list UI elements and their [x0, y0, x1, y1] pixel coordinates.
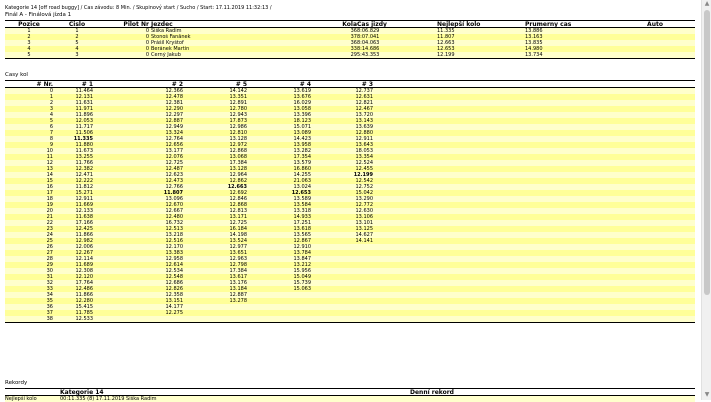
records-header-cell: Denní rekord [410, 389, 695, 396]
final-results-table: PoziceCisloPilot NrJezdecKolaCas jizdyNe… [5, 20, 695, 59]
final-header-row: PoziceCisloPilot NrJezdecKolaCas jizdyNe… [5, 21, 695, 28]
final-header-cell: Cislo [53, 21, 101, 28]
final-header-cell: Cas jizdy [357, 21, 437, 28]
final-result-cell: 13.734 [525, 52, 615, 59]
final-result-cell: 29 [319, 52, 357, 59]
records-section-title: Rekordy [5, 381, 27, 386]
records-cell [410, 396, 695, 402]
final-header-cell: Kola [319, 21, 357, 28]
final-result-cell: 12.199 [437, 52, 525, 59]
laps-header-cell: # 5 [183, 81, 247, 88]
records-cell [190, 396, 410, 402]
laps-header-cell: # 2 [93, 81, 183, 88]
lap-cell: 12.533 [53, 316, 93, 323]
lap-row: 3812.533 [5, 316, 695, 323]
lap-spacer-cell [373, 316, 695, 323]
final-header-cell: Auto [615, 21, 695, 28]
final-result-cell: 5 [5, 52, 53, 59]
final-result-cell [615, 52, 695, 59]
lap-cell: 38 [5, 316, 53, 323]
records-header-cell [5, 389, 60, 396]
report-page: Kategorie 14 [off road buggy] / Cas závo… [0, 0, 700, 400]
final-result-cell: Černý Jakub [149, 52, 319, 59]
records-cell: Nejlepší kolo [5, 396, 60, 402]
final-header-cell: Pilot Nr [101, 21, 149, 28]
final-header-cell: Nejlepší kolo [437, 21, 525, 28]
final-result-cell: 3 [53, 52, 101, 59]
laps-header-cell: # 1 [53, 81, 93, 88]
laps-section-title: Casy kol [5, 73, 28, 78]
final-header-cell: Jezdec [149, 21, 319, 28]
records-cell: 00:11.335 (8) 17.11.2019 Šiška Radim [60, 396, 190, 402]
final-header-cell: Pozice [5, 21, 53, 28]
scroll-down-arrow-icon[interactable]: ▼ [704, 392, 710, 398]
laps-header-cell: # Nr. [5, 81, 53, 88]
scroll-up-arrow-icon[interactable]: ▲ [704, 1, 710, 7]
records-header-row: Kategorie 14 Denní rekord [5, 389, 695, 396]
final-section-title: Finál A - Finálová jízda 1 [5, 13, 71, 18]
records-header-cell: Kategorie 14 [60, 389, 190, 396]
lap-cell [93, 316, 183, 323]
final-result-row: 530Černý Jakub295:43.35312.19913.734 [5, 52, 695, 59]
vertical-scrollbar[interactable]: ▲ ▼ [701, 0, 711, 400]
race-header: Kategorie 14 [off road buggy] / Cas závo… [5, 6, 272, 11]
lap-times-table: # Nr.# 1# 2# 5# 4# 3 011.46412.36614.142… [5, 80, 695, 323]
scrollbar-thumb[interactable] [704, 10, 710, 295]
laps-header-cell: # 3 [311, 81, 373, 88]
lap-cell [311, 316, 373, 323]
laps-header-cell: # 4 [247, 81, 311, 88]
final-header-cell: Prumerny cas [525, 21, 615, 28]
lap-cell [183, 316, 247, 323]
final-result-cell: 5:43.353 [357, 52, 437, 59]
laps-header-spacer [373, 81, 695, 88]
laps-header-row: # Nr.# 1# 2# 5# 4# 3 [5, 81, 695, 88]
records-header-cell [190, 389, 410, 396]
final-result-cell: 0 [101, 52, 149, 59]
records-row: Nejlepší kolo00:11.335 (8) 17.11.2019 Ši… [5, 396, 695, 402]
lap-cell [247, 316, 311, 323]
